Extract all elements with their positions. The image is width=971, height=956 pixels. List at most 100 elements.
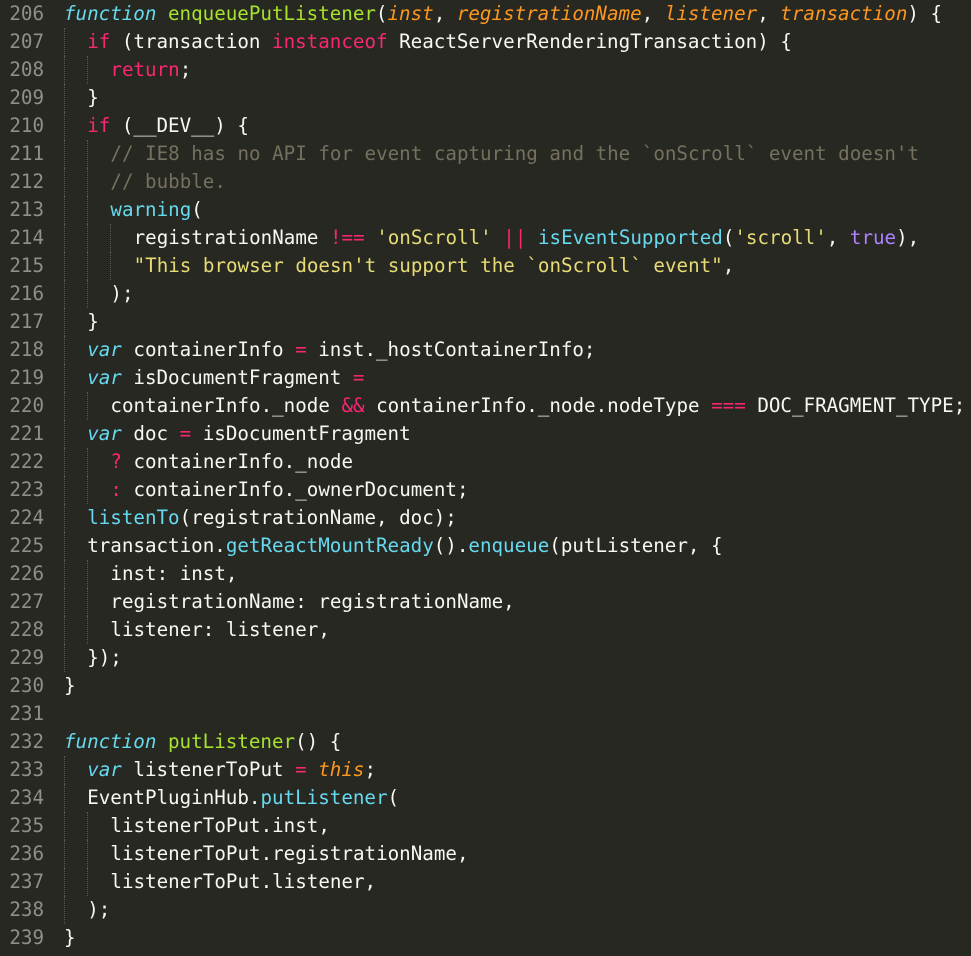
code-line[interactable]: 216); (0, 280, 971, 308)
indent-guide (64, 532, 65, 560)
code-token: isDocumentFragment (191, 422, 411, 445)
indent-guide (64, 168, 65, 196)
code-line[interactable]: 217} (0, 308, 971, 336)
code-text: containerInfo._node && containerInfo._no… (110, 392, 965, 420)
code-token: ); (110, 282, 134, 305)
code-line[interactable]: 206 function enqueuePutListener(inst, reg… (0, 0, 971, 28)
code-token: (). (433, 534, 469, 557)
indent-guide (87, 448, 89, 476)
line-number: 238 (9, 898, 44, 921)
code-line[interactable]: 218 var containerInfo = inst._hostContain… (0, 336, 971, 364)
code-token: 'onScroll' (376, 226, 492, 249)
code-line[interactable]: 234 EventPluginHub.putListener( (0, 784, 971, 812)
code-token: if (87, 114, 111, 137)
code-line[interactable]: 207 if (transaction instanceof ReactServe… (0, 28, 971, 56)
code-line[interactable]: 233 var listenerToPut = this; (0, 756, 971, 784)
code-line[interactable]: 214 registrationName !== 'onScroll' || is… (0, 224, 971, 252)
code-token: listener (664, 2, 758, 25)
line-number: 227 (9, 590, 44, 613)
code-token: this (318, 758, 365, 781)
code-token: (putListener, { (549, 534, 723, 557)
line-number: 223 (9, 478, 44, 501)
code-token: = (179, 422, 192, 445)
code-line[interactable]: 209} (0, 84, 971, 112)
code-token: (transaction (110, 30, 273, 53)
code-editor[interactable]: 206 function enqueuePutListener(inst, reg… (0, 0, 971, 956)
line-number: 225 (9, 534, 44, 557)
code-token: = (295, 338, 307, 361)
code-token: // IE8 has no API for event capturing an… (110, 142, 920, 165)
code-token: transaction (780, 2, 908, 25)
code-line[interactable]: 220 containerInfo._node && containerInfo.… (0, 392, 971, 420)
code-line[interactable]: 236 listenerToPut.registrationName, (0, 840, 971, 868)
code-line[interactable]: 235 listenerToPut.inst, (0, 812, 971, 840)
code-line[interactable]: 212 // bubble. (0, 168, 971, 196)
line-number: 224 (9, 506, 44, 529)
code-text: var listenerToPut = this; (87, 756, 376, 784)
code-line[interactable]: 228 listener: listener, (0, 616, 971, 644)
code-token: inst (387, 2, 434, 25)
line-number: 207 (9, 30, 44, 53)
code-line[interactable]: 211 // IE8 has no API for event capturing… (0, 140, 971, 168)
code-token: ReactServerRenderingTransaction) { (387, 30, 792, 53)
line-number: 218 (9, 338, 44, 361)
code-text: ); (87, 896, 110, 924)
code-line[interactable]: 229}); (0, 644, 971, 672)
code-token: && (341, 394, 365, 417)
code-line[interactable]: 223: containerInfo._ownerDocument; (0, 476, 971, 504)
line-number: 235 (9, 814, 44, 837)
code-token: ( (722, 226, 735, 249)
code-line[interactable]: 210 if (__DEV__) { (0, 112, 971, 140)
code-line[interactable]: 213 warning( (0, 196, 971, 224)
code-token: ; (364, 758, 377, 781)
code-token: registrationName (456, 2, 642, 25)
code-line[interactable]: 231 (0, 700, 971, 728)
code-token: // bubble. (110, 170, 226, 193)
indent-guide (64, 448, 65, 476)
code-text: function putListener() { (64, 728, 341, 756)
indent-guide (87, 588, 89, 616)
indent-guide (87, 392, 89, 420)
code-line[interactable]: 226 inst: inst, (0, 560, 971, 588)
line-number: 210 (9, 114, 44, 137)
code-text: } (64, 924, 76, 952)
code-text: listenerToPut.inst, (110, 812, 330, 840)
code-token: inst._hostContainerInfo; (306, 338, 596, 361)
indent-guide (87, 168, 89, 196)
code-token: function (64, 2, 157, 25)
code-line[interactable]: 224 listenTo(registrationName, doc); (0, 504, 971, 532)
code-line[interactable]: 222? containerInfo._node (0, 448, 971, 476)
code-line[interactable]: 232 function putListener() { (0, 728, 971, 756)
code-token: (__DEV__) { (110, 114, 249, 137)
code-text: var containerInfo = inst._hostContainerI… (87, 336, 595, 364)
code-line[interactable]: 215 "This browser doesn't support the `on… (0, 252, 971, 280)
indent-guide (64, 868, 65, 896)
code-line[interactable]: 225 transaction.getReactMountReady().enqu… (0, 532, 971, 560)
code-line[interactable]: 237 listenerToPut.listener, (0, 868, 971, 896)
line-number: 239 (9, 926, 44, 949)
code-line[interactable]: 230} (0, 672, 971, 700)
line-number: 212 (9, 170, 44, 193)
line-number: 215 (9, 254, 44, 277)
code-line[interactable]: 208 return; (0, 56, 971, 84)
code-line[interactable]: 219 var isDocumentFragment = (0, 364, 971, 392)
code-token: () { (295, 730, 342, 753)
code-line[interactable]: 221 var doc = isDocumentFragment (0, 420, 971, 448)
code-token: listener: listener, (110, 618, 330, 641)
indent-guide (64, 896, 65, 924)
code-line[interactable]: 238); (0, 896, 971, 924)
code-token: !== (329, 226, 365, 249)
code-text: } (87, 84, 99, 112)
code-text: var isDocumentFragment = (87, 364, 364, 392)
line-number: 219 (9, 366, 44, 389)
code-line[interactable]: 227 registrationName: registrationName, (0, 588, 971, 616)
indent-guide (64, 560, 65, 588)
indent-guide (87, 140, 89, 168)
code-line[interactable]: 239} (0, 924, 971, 952)
code-token: ( (387, 786, 400, 809)
code-token: containerInfo._node (110, 394, 342, 417)
code-token: var (87, 366, 122, 389)
indent-guide (87, 868, 89, 896)
